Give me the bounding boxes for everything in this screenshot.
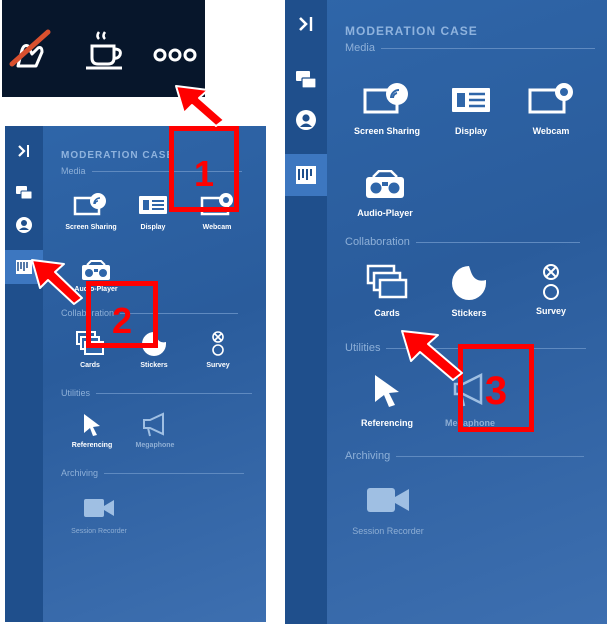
arrow-icon: [401, 330, 463, 381]
sticker-icon: [452, 266, 486, 300]
screen-sharing-tool[interactable]: Screen Sharing: [347, 82, 427, 136]
section-media: Media: [345, 42, 595, 54]
chat-icon[interactable]: [285, 62, 327, 98]
tool-label: Survey: [206, 362, 230, 369]
tool-label: Session Recorder: [352, 526, 424, 536]
cards-tool[interactable]: Cards: [357, 264, 417, 318]
megaphone-icon: [143, 412, 164, 437]
section-label: Archiving: [345, 450, 391, 462]
more-options-icon[interactable]: [148, 24, 202, 74]
section-label: Media: [345, 42, 375, 54]
participants-icon[interactable]: [285, 102, 327, 138]
cards-icon: [366, 264, 408, 299]
webcam-icon: [528, 83, 573, 114]
panel-title: MODERATION CASE: [61, 150, 175, 161]
step-1-marker: 1: [169, 126, 239, 212]
collapse-panel-icon[interactable]: [285, 4, 327, 44]
tool-label: Referencing: [71, 442, 113, 449]
section-label: Utilities: [61, 388, 91, 398]
screen-sharing-tool[interactable]: Screen Sharing: [61, 192, 121, 231]
step-3-marker: 3: [458, 344, 534, 432]
tool-label: Stickers: [451, 308, 487, 318]
referencing-tool[interactable]: Referencing: [63, 412, 121, 449]
survey-icon: [543, 264, 559, 300]
webcam-tool[interactable]: Webcam: [519, 82, 583, 136]
tool-label: Session Recorder: [71, 528, 127, 535]
tool-label: Display: [454, 126, 487, 136]
coffee-break-icon[interactable]: [78, 24, 132, 74]
panel-title: MODERATION CASE: [345, 24, 478, 38]
megaphone-tool[interactable]: Megaphone: [127, 412, 183, 449]
section-utilities: Utilities: [61, 388, 253, 398]
arrow-icon: [31, 259, 83, 305]
tool-label: Cards: [374, 308, 400, 318]
section-label: Utilities: [345, 342, 381, 354]
screen-sharing-icon: [73, 193, 106, 216]
divider: [415, 241, 580, 243]
muted-speech-icon[interactable]: [4, 24, 58, 74]
survey-icon: [212, 331, 224, 356]
step-number: 1: [193, 153, 215, 194]
radio-icon: [366, 170, 404, 198]
tool-label: Audio-Player: [357, 208, 413, 218]
tool-label: Display: [140, 224, 166, 231]
collapse-panel-icon[interactable]: [5, 134, 43, 168]
section-archiving: Archiving: [61, 468, 245, 478]
side-rail: [285, 0, 327, 624]
video-camera-icon: [84, 499, 114, 517]
session-recorder-tool[interactable]: Session Recorder: [343, 484, 433, 536]
survey-tool[interactable]: Survey: [193, 330, 243, 369]
tool-label: Screen Sharing: [65, 224, 117, 231]
step-number: 2: [111, 300, 133, 341]
display-icon: [452, 88, 490, 112]
screen-sharing-icon: [363, 83, 408, 114]
tool-label: Referencing: [360, 418, 413, 428]
divider: [104, 473, 245, 475]
section-archiving: Archiving: [345, 450, 585, 462]
tool-label: Webcam: [202, 224, 232, 231]
stickers-tool[interactable]: Stickers: [437, 264, 501, 318]
tool-label: Cards: [80, 362, 100, 369]
display-tool[interactable]: Display: [439, 82, 503, 136]
tool-label: Screen Sharing: [353, 126, 421, 136]
section-label: Collaboration: [345, 236, 410, 248]
divider: [396, 455, 585, 457]
tool-label: Webcam: [532, 126, 570, 136]
step-2-marker: 2: [86, 281, 158, 348]
tool-label: Survey: [535, 306, 567, 316]
side-rail: [5, 126, 43, 622]
session-recorder-tool[interactable]: Session Recorder: [61, 496, 137, 535]
video-camera-icon: [367, 488, 409, 512]
section-label: Media: [61, 166, 86, 176]
participants-icon[interactable]: [5, 210, 43, 240]
tool-label: Megaphone: [135, 442, 175, 449]
display-icon: [139, 196, 167, 214]
arrow-icon: [175, 85, 225, 127]
pointer-icon: [84, 414, 100, 436]
right-tools-panel: MODERATION CASE Media Screen Sharing Dis…: [285, 0, 607, 624]
divider: [380, 47, 595, 49]
step-number: 3: [484, 369, 508, 413]
survey-tool[interactable]: Survey: [521, 262, 581, 316]
section-label: Archiving: [61, 468, 99, 478]
audio-player-tool[interactable]: Audio-Player: [353, 170, 417, 218]
tools-icon[interactable]: [285, 154, 327, 196]
tool-label: Stickers: [140, 362, 168, 369]
section-collaboration: Collaboration: [345, 236, 580, 248]
divider: [96, 393, 253, 395]
chat-icon[interactable]: [5, 178, 43, 208]
